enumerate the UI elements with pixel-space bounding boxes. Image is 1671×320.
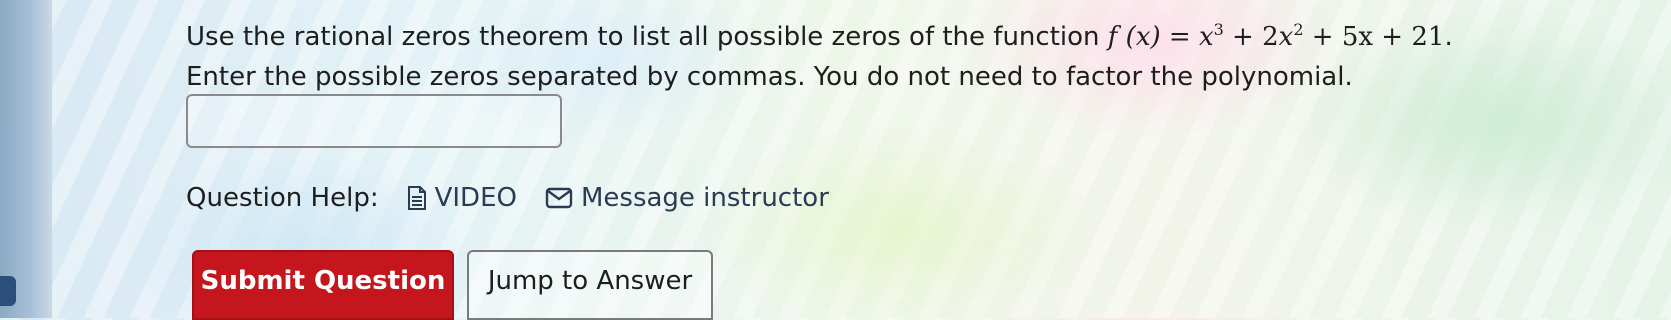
left-edge-badge bbox=[0, 276, 16, 306]
message-instructor-label: Message instructor bbox=[580, 183, 829, 213]
video-label: VIDEO bbox=[434, 183, 517, 213]
envelope-icon bbox=[545, 187, 573, 209]
question-help-row: Question Help: VIDEO Message instructor bbox=[186, 178, 829, 218]
question-text: Use the rational zeros theorem to list a… bbox=[186, 10, 1646, 97]
jump-to-answer-button[interactable]: Jump to Answer bbox=[467, 250, 713, 320]
question-line-2: Enter the possible zeros separated by co… bbox=[186, 62, 1353, 92]
document-icon bbox=[407, 186, 426, 210]
question-prefix: Use the rational zeros theorem to list a… bbox=[186, 22, 1108, 52]
left-edge-strip bbox=[0, 0, 52, 318]
question-line-1: Use the rational zeros theorem to list a… bbox=[186, 20, 1453, 52]
function-expression: f (x) = x3 + 2x2 + 5x + 21 bbox=[1107, 20, 1445, 52]
question-help-label: Question Help: bbox=[186, 183, 379, 213]
message-instructor-link[interactable]: Message instructor bbox=[545, 183, 829, 213]
submit-question-button[interactable]: Submit Question bbox=[192, 250, 454, 320]
video-link[interactable]: VIDEO bbox=[407, 183, 517, 213]
answer-input[interactable] bbox=[186, 94, 562, 148]
